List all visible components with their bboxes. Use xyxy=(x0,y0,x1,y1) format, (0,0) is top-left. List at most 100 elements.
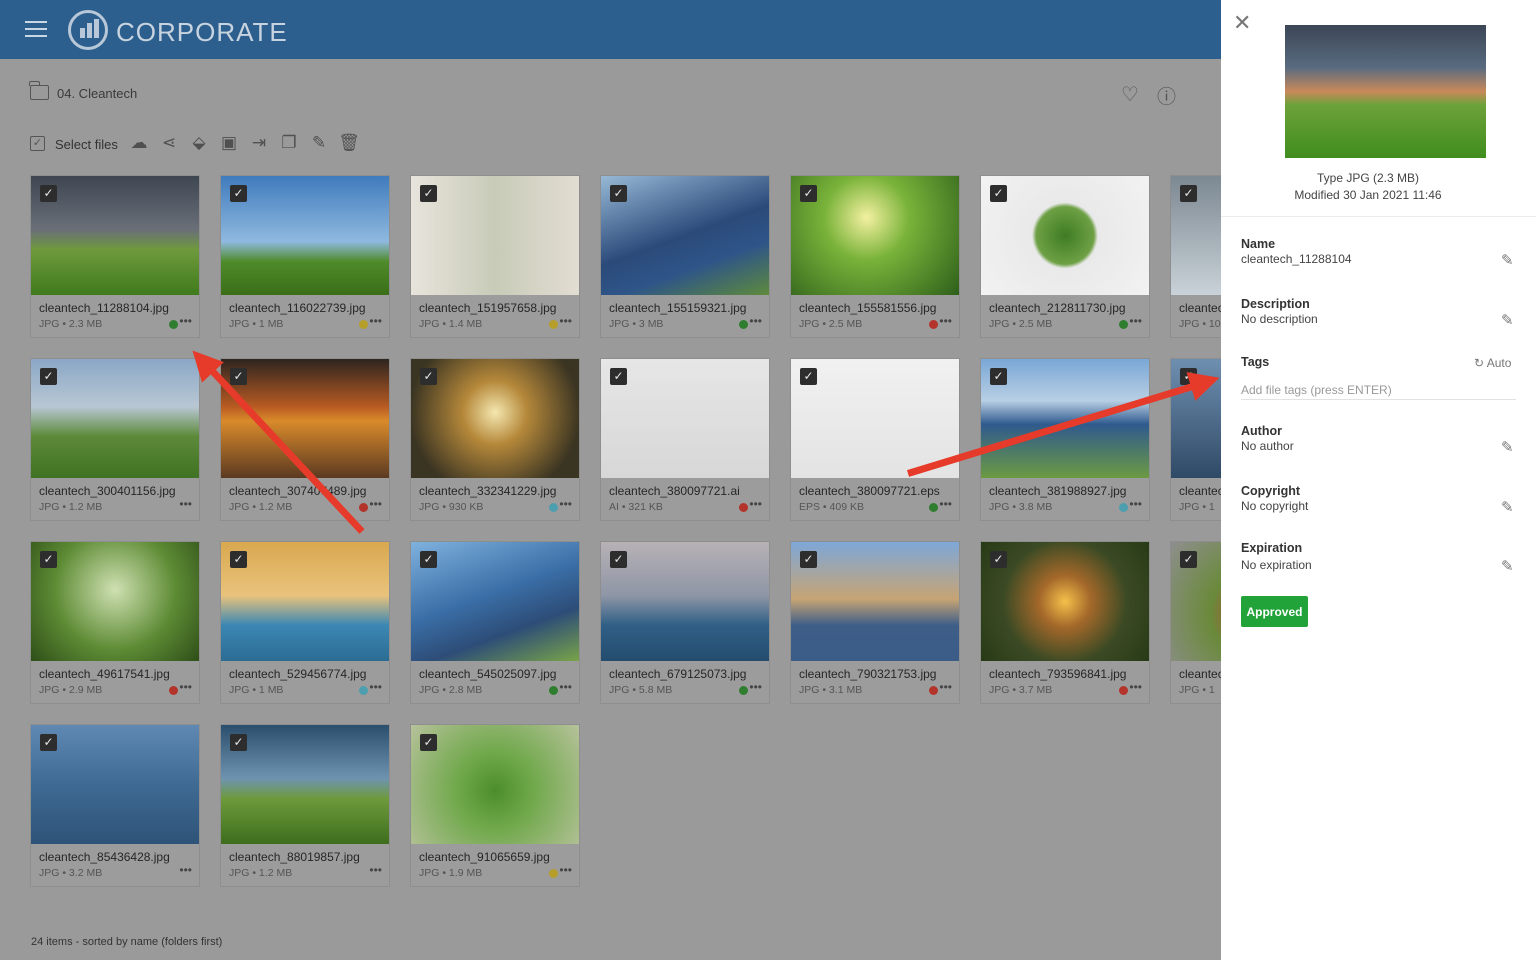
file-checkbox[interactable]: ✓ xyxy=(420,734,437,751)
file-meta: EPS • 409 KB xyxy=(799,501,864,513)
more-icon[interactable]: ••• xyxy=(179,497,192,511)
close-icon[interactable]: ✕ xyxy=(1233,10,1251,36)
more-icon[interactable]: ••• xyxy=(369,314,382,328)
file-card[interactable]: ✓ cleantech_380097721.eps EPS • 409 KB ••• xyxy=(790,358,960,521)
more-icon[interactable]: ••• xyxy=(369,680,382,694)
more-icon[interactable]: ••• xyxy=(749,680,762,694)
file-card[interactable]: ✓ cleantech_91065659.jpg JPG • 1.9 MB ••• xyxy=(410,724,580,887)
file-card[interactable]: ✓ cleantech_380097721.ai AI • 321 KB ••• xyxy=(600,358,770,521)
file-name: cleantech_212811730.jpg xyxy=(989,301,1126,315)
more-icon[interactable]: ••• xyxy=(939,680,952,694)
edit-copyright-icon[interactable]: ✎ xyxy=(1501,498,1514,516)
auto-tags-button[interactable]: ↻ Auto xyxy=(1474,356,1511,370)
file-card[interactable]: ✓ cleantech_155159321.jpg JPG • 3 MB ••• xyxy=(600,175,770,338)
file-meta: JPG • 3.8 MB xyxy=(989,501,1053,513)
file-checkbox[interactable]: ✓ xyxy=(800,551,817,568)
file-name: cleantech_380097721.ai xyxy=(609,484,740,498)
tags-input[interactable] xyxy=(1241,380,1516,400)
file-checkbox[interactable]: ✓ xyxy=(990,185,1007,202)
file-card[interactable]: ✓ cleantech_793596841.jpg JPG • 3.7 MB ••• xyxy=(980,541,1150,704)
file-meta: JPG • 2.8 MB xyxy=(419,684,483,696)
file-checkbox[interactable]: ✓ xyxy=(610,551,627,568)
file-card[interactable]: ✓ cleantech_49617541.jpg JPG • 2.9 MB ••• xyxy=(30,541,200,704)
file-checkbox[interactable]: ✓ xyxy=(420,185,437,202)
more-icon[interactable]: ••• xyxy=(749,497,762,511)
file-card[interactable]: ✓ cleantech_11288104.jpg JPG • 2.3 MB ••• xyxy=(30,175,200,338)
more-icon[interactable]: ••• xyxy=(559,314,572,328)
move-icon[interactable]: ⇥ xyxy=(244,133,274,153)
status-dot xyxy=(359,320,368,329)
more-icon[interactable]: ••• xyxy=(179,863,192,877)
edit-expiration-icon[interactable]: ✎ xyxy=(1501,557,1514,575)
select-files-label[interactable]: Select files xyxy=(55,137,118,152)
file-checkbox[interactable]: ✓ xyxy=(990,551,1007,568)
file-card[interactable]: ✓ cleantech_151957658.jpg JPG • 1.4 MB ••• xyxy=(410,175,580,338)
more-icon[interactable]: ••• xyxy=(179,680,192,694)
image-icon[interactable]: ▣ xyxy=(214,133,244,153)
file-checkbox[interactable]: ✓ xyxy=(800,368,817,385)
breadcrumb-folder[interactable]: 04. Cleantech xyxy=(57,86,137,101)
more-icon[interactable]: ••• xyxy=(939,497,952,511)
file-card[interactable]: ✓ cleantech_307407489.jpg JPG • 1.2 MB ••• xyxy=(220,358,390,521)
file-name: cleantech_793596841.jpg xyxy=(989,667,1127,681)
logo-icon xyxy=(68,10,108,50)
file-checkbox[interactable]: ✓ xyxy=(40,551,57,568)
file-meta: JPG • 2.5 MB xyxy=(799,318,863,330)
file-card[interactable]: ✓ cleantech_155581556.jpg JPG • 2.5 MB ••• xyxy=(790,175,960,338)
more-icon[interactable]: ••• xyxy=(559,863,572,877)
file-checkbox[interactable]: ✓ xyxy=(230,551,247,568)
file-checkbox[interactable]: ✓ xyxy=(800,185,817,202)
delete-icon[interactable]: 🗑 xyxy=(334,133,364,153)
file-card[interactable]: ✓ cleantech_88019857.jpg JPG • 1.2 MB ••• xyxy=(220,724,390,887)
more-icon[interactable]: ••• xyxy=(369,497,382,511)
file-checkbox[interactable]: ✓ xyxy=(610,185,627,202)
more-icon[interactable]: ••• xyxy=(1129,314,1142,328)
file-checkbox[interactable]: ✓ xyxy=(230,185,247,202)
share-icon[interactable]: ⋖ xyxy=(154,133,184,153)
menu-icon[interactable] xyxy=(25,21,47,37)
more-icon[interactable]: ••• xyxy=(369,863,382,877)
file-card[interactable]: ✓ cleantech_300401156.jpg JPG • 1.2 MB ••• xyxy=(30,358,200,521)
file-checkbox[interactable]: ✓ xyxy=(990,368,1007,385)
file-name: cleantech_49617541.jpg xyxy=(39,667,170,681)
file-card[interactable]: ✓ cleantech_85436428.jpg JPG • 3.2 MB ••• xyxy=(30,724,200,887)
file-checkbox[interactable]: ✓ xyxy=(230,368,247,385)
file-checkbox[interactable]: ✓ xyxy=(1180,185,1197,202)
more-icon[interactable]: ••• xyxy=(1129,680,1142,694)
more-icon[interactable]: ••• xyxy=(1129,497,1142,511)
status-dot xyxy=(739,503,748,512)
file-checkbox[interactable]: ✓ xyxy=(420,551,437,568)
more-icon[interactable]: ••• xyxy=(559,497,572,511)
tag-icon[interactable]: ⬙ xyxy=(184,133,214,153)
file-checkbox[interactable]: ✓ xyxy=(420,368,437,385)
edit-author-icon[interactable]: ✎ xyxy=(1501,438,1514,456)
approved-button[interactable]: Approved xyxy=(1241,596,1308,627)
edit-description-icon[interactable]: ✎ xyxy=(1501,311,1514,329)
file-card[interactable]: ✓ cleantech_212811730.jpg JPG • 2.5 MB ••• xyxy=(980,175,1150,338)
file-card[interactable]: ✓ cleantech_545025097.jpg JPG • 2.8 MB ••• xyxy=(410,541,580,704)
more-icon[interactable]: ••• xyxy=(179,314,192,328)
edit-icon[interactable]: ✎ xyxy=(304,133,334,153)
favorite-icon[interactable]: ♡ xyxy=(1121,82,1139,107)
file-card[interactable]: ✓ cleantech_529456774.jpg JPG • 1 MB ••• xyxy=(220,541,390,704)
select-all-checkbox[interactable]: ✓ xyxy=(30,136,45,151)
file-card[interactable]: ✓ cleantech_679125073.jpg JPG • 5.8 MB ••• xyxy=(600,541,770,704)
file-checkbox[interactable]: ✓ xyxy=(610,368,627,385)
file-checkbox[interactable]: ✓ xyxy=(40,185,57,202)
more-icon[interactable]: ••• xyxy=(749,314,762,328)
status-dot xyxy=(549,320,558,329)
edit-name-icon[interactable]: ✎ xyxy=(1501,251,1514,269)
file-card[interactable]: ✓ cleantech_116022739.jpg JPG • 1 MB ••• xyxy=(220,175,390,338)
file-card[interactable]: ✓ cleantech_790321753.jpg JPG • 3.1 MB ••• xyxy=(790,541,960,704)
download-icon[interactable]: ☁ xyxy=(124,133,154,153)
file-checkbox[interactable]: ✓ xyxy=(40,368,57,385)
more-icon[interactable]: ••• xyxy=(559,680,572,694)
file-checkbox[interactable]: ✓ xyxy=(1180,551,1197,568)
info-icon[interactable]: ⓘ xyxy=(1157,82,1176,109)
more-icon[interactable]: ••• xyxy=(939,314,952,328)
file-card[interactable]: ✓ cleantech_332341229.jpg JPG • 930 KB ••• xyxy=(410,358,580,521)
file-checkbox[interactable]: ✓ xyxy=(230,734,247,751)
copy-icon[interactable]: ❐ xyxy=(274,133,304,153)
file-checkbox[interactable]: ✓ xyxy=(40,734,57,751)
file-name: cleantec xyxy=(1179,667,1224,681)
